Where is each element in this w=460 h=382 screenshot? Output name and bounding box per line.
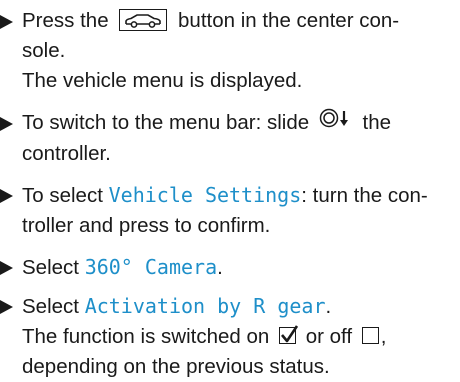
menu-item-activation-by-r-gear: Activation by R gear [84,294,326,318]
empty-box-icon [361,327,379,345]
step-2: To switch to the menu bar: slide the con… [0,108,452,169]
step-1: Press the button in the center con- sole… [0,6,452,96]
step-3-text: To select Vehicle Settings: turn the con… [22,183,428,237]
step-4: Select 360° Camera. [0,252,452,283]
controller-slide-down-icon [319,107,353,137]
step-5: Select Activation by R gear. The functio… [0,291,452,382]
step-5-result: The function is switched on or off , dep… [22,325,387,378]
instruction-page: Press the button in the center con- sole… [0,0,460,378]
step-5-text: Select Activation by R gear. [22,294,332,318]
menu-item-vehicle-settings: Vehicle Settings [108,183,302,207]
bullet-arrow-icon [0,261,13,275]
menu-item-360-camera: 360° Camera [84,255,218,279]
bullet-arrow-icon [0,15,13,29]
car-icon [119,8,168,31]
bullet-arrow-icon [0,189,13,203]
bullet-arrow-icon [0,300,13,314]
checked-box-icon [278,325,299,345]
step-4-text: Select 360° Camera. [22,255,223,279]
bullet-arrow-icon [0,117,13,131]
step-1-text: Press the button in the center con- sole… [22,8,400,62]
step-2-text: To switch to the menu bar: slide the con… [22,108,452,169]
step-3: To select Vehicle Settings: turn the con… [0,180,452,241]
step-1-result: The vehicle menu is displayed. [22,69,303,92]
